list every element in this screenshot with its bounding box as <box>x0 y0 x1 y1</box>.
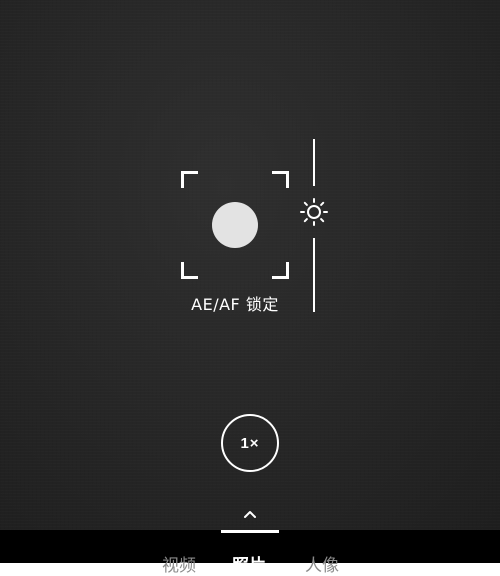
mode-tab-photo[interactable]: 照片 <box>232 551 266 576</box>
camera-viewfinder[interactable]: AE/AF 锁定 1× <box>0 0 500 530</box>
focus-frame[interactable] <box>181 171 289 279</box>
ae-af-lock-label: AE/AF 锁定 <box>191 295 279 314</box>
active-mode-indicator <box>221 530 279 533</box>
focus-corner-top-left <box>181 171 198 188</box>
exposure-track-upper <box>313 139 315 186</box>
focus-corner-bottom-right <box>272 262 289 279</box>
sun-icon[interactable] <box>299 197 329 227</box>
mode-tab-video[interactable]: 视频 <box>162 551 196 576</box>
focus-corner-top-right <box>272 171 289 188</box>
mode-tab-portrait[interactable]: 人像 <box>305 551 339 576</box>
focus-point <box>212 202 258 248</box>
zoom-button[interactable]: 1× <box>221 414 279 472</box>
exposure-slider[interactable] <box>299 139 329 312</box>
chevron-up-icon[interactable] <box>240 507 260 521</box>
zoom-level-label: 1× <box>240 434 260 452</box>
focus-corner-bottom-left <box>181 262 198 279</box>
exposure-track-lower <box>313 238 315 312</box>
